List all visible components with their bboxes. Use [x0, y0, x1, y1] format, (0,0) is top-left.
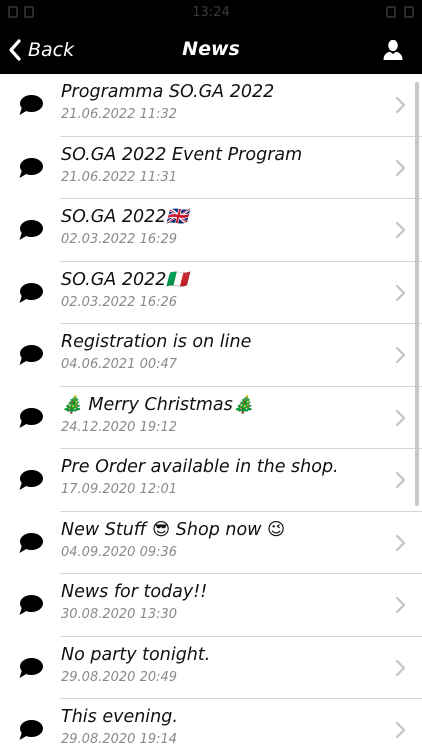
- news-date: 29.08.2020 20:49: [61, 669, 178, 685]
- news-title: This evening.: [61, 707, 178, 727]
- news-list-item[interactable]: No party tonight. 29.08.2020 20:49: [0, 637, 422, 699]
- news-date: 30.08.2020 13:30: [61, 607, 178, 622]
- news-title: Registration is on line: [61, 332, 252, 352]
- news-list-item[interactable]: Registration is on line 04.06.2021 00:47: [0, 324, 422, 387]
- chevron-right-icon: [395, 346, 406, 364]
- scrollbar[interactable]: [415, 82, 419, 506]
- news-title: New Stuff 😎 Shop now 😉: [61, 519, 286, 540]
- battery-icon: [404, 6, 414, 18]
- news-title: SO.GA 2022🇮🇹: [61, 269, 189, 290]
- chevron-right-icon: [395, 596, 406, 614]
- news-date: 17.09.2020 12:01: [61, 482, 178, 497]
- news-screen: 13:24 Back News Programma SO.GA 2022 21.0…: [0, 0, 422, 750]
- chevron-right-icon: [395, 471, 406, 489]
- news-list-item[interactable]: This evening. 29.08.2020 19:14: [0, 699, 422, 750]
- news-list-item[interactable]: Pre Order available in the shop. 17.09.20…: [0, 449, 422, 512]
- news-date: 21.06.2022 11:31: [61, 169, 178, 185]
- news-title: SO.GA 2022 Event Program: [61, 144, 303, 165]
- news-list-item[interactable]: New Stuff 😎 Shop now 😉 04.09.2020 09:36: [0, 512, 422, 574]
- speech-bubble-icon: [19, 470, 43, 490]
- chevron-right-icon: [395, 96, 406, 114]
- chevron-right-icon: [395, 534, 406, 551]
- news-list-item[interactable]: News for today!! 30.08.2020 13:30: [0, 574, 422, 637]
- news-list-item[interactable]: SO.GA 2022🇮🇹 02.03.2022 16:26: [0, 262, 422, 324]
- navigation-bar: Back News: [0, 26, 422, 74]
- chevron-right-icon: [395, 159, 406, 176]
- news-title: Programma SO.GA 2022: [61, 82, 275, 102]
- news-title: Pre Order available in the shop.: [61, 457, 339, 477]
- news-title: News for today!!: [61, 582, 208, 602]
- news-date: 04.09.2020 09:36: [61, 544, 178, 560]
- speech-bubble-icon: [19, 657, 43, 678]
- alarm-icon: [386, 6, 396, 18]
- news-date: 04.06.2021 00:47: [61, 357, 178, 372]
- chevron-right-icon: [395, 409, 406, 426]
- news-date: 24.12.2020 19:12: [61, 419, 178, 435]
- news-title: 🎄 Merry Christmas🎄: [61, 394, 255, 415]
- news-list-item[interactable]: SO.GA 2022 Event Program 21.06.2022 11:31: [0, 137, 422, 199]
- speech-bubble-icon: [19, 720, 43, 740]
- speech-bubble-icon: [19, 157, 43, 178]
- news-list-item[interactable]: 🎄 Merry Christmas🎄 24.12.2020 19:12: [0, 387, 422, 449]
- news-list-item[interactable]: Programma SO.GA 2022 21.06.2022 11:32: [0, 74, 422, 137]
- news-date: 02.03.2022 16:26: [61, 294, 178, 310]
- status-bar: 13:24: [0, 0, 422, 26]
- chevron-right-icon: [395, 284, 406, 301]
- page-title: News: [182, 38, 240, 60]
- user-icon[interactable]: [382, 39, 404, 61]
- news-title: No party tonight.: [61, 644, 211, 665]
- news-title: SO.GA 2022🇬🇧: [61, 207, 189, 227]
- chevron-right-icon: [395, 221, 406, 239]
- chevron-right-icon: [395, 659, 406, 676]
- news-list-item[interactable]: SO.GA 2022🇬🇧 02.03.2022 16:29: [0, 199, 422, 262]
- speech-bubble-icon: [19, 95, 43, 115]
- news-date: 29.08.2020 19:14: [61, 732, 178, 747]
- speech-bubble-icon: [19, 595, 43, 615]
- news-date: 02.03.2022 16:29: [61, 232, 178, 247]
- speech-bubble-icon: [19, 345, 43, 365]
- news-list[interactable]: Programma SO.GA 2022 21.06.2022 11:32 SO.G…: [0, 74, 422, 750]
- speech-bubble-icon: [19, 532, 43, 553]
- speech-bubble-icon: [19, 407, 43, 428]
- status-right-icons: [386, 6, 414, 18]
- news-date: 21.06.2022 11:32: [61, 107, 178, 122]
- chevron-right-icon: [395, 721, 406, 739]
- speech-bubble-icon: [19, 220, 43, 240]
- status-time: 13:24: [192, 5, 230, 20]
- speech-bubble-icon: [19, 282, 43, 303]
